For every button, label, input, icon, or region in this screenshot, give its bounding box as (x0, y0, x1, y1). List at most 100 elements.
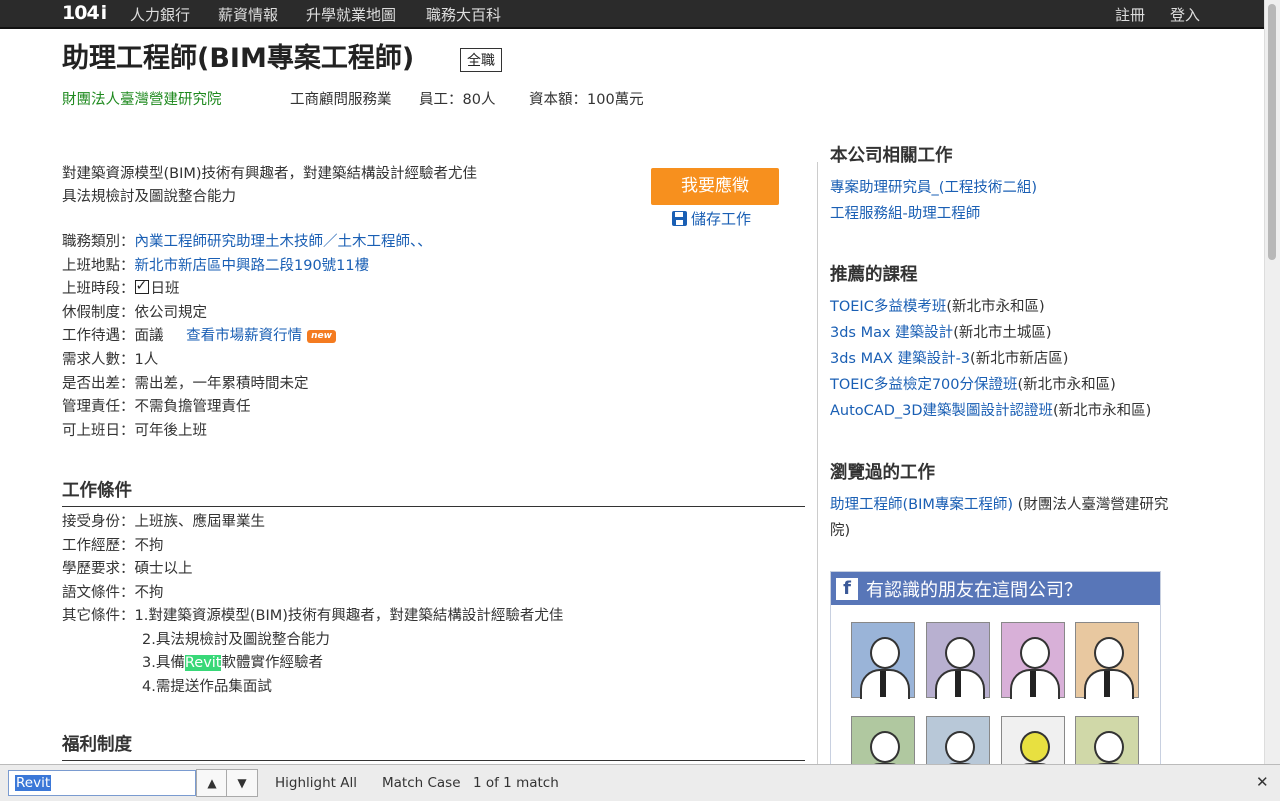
viewed-company: (財團法人臺灣營建研究 (1013, 497, 1169, 513)
highlight-all-toggle[interactable]: Highlight All (275, 775, 357, 791)
detail-key: 工作待遇： (62, 328, 135, 345)
job-type-badge: 全職 (460, 48, 502, 72)
find-query: Revit (15, 775, 52, 791)
detail-value: 不需負擔管理責任 (134, 399, 251, 416)
condition-value: 不拘 (134, 584, 164, 601)
condition-value: 1.對建築資源模型(BIM)技術有興趣者，對建築結構設計經驗者尤佳 (134, 608, 564, 624)
condition-key: 工作經歷： (62, 537, 135, 554)
course-item: AutoCAD_3D建築製圖設計認證班(新北市永和區) (830, 398, 1151, 424)
find-input[interactable]: Revit (8, 770, 196, 796)
detail-value: 日班 (150, 281, 180, 298)
condition-row: 4.需提送作品集面試 (62, 676, 563, 700)
vertical-scrollbar[interactable] (1264, 0, 1280, 764)
location-link[interactable]: 新北市新店區中興路二段190號11樓 (135, 258, 370, 274)
register-link[interactable]: 註冊 (1115, 4, 1145, 25)
condition-row: 3.具備Revit軟體實作經驗者 (62, 652, 563, 676)
facebook-icon: f (836, 577, 858, 600)
course-location: (新北市永和區) (1053, 403, 1152, 419)
condition-value: 4.需提送作品集面試 (142, 678, 272, 695)
intro-line: 具法規檢討及圖說整合能力 (62, 189, 236, 205)
related-job-link[interactable]: 專案助理研究員_(工程技術二組) (830, 180, 1037, 196)
detail-row: 休假制度：依公司規定 (62, 302, 432, 326)
condition-row: 語文條件：不拘 (62, 582, 563, 606)
facebook-friends-widget[interactable]: f 有認識的朋友在這間公司？ (830, 571, 1161, 773)
related-job-link[interactable]: 工程服務組-助理工程師 (830, 206, 980, 222)
viewed-company: 院) (830, 523, 851, 539)
top-nav-bar: 104 i 人力銀行 薪資情報 升學就業地圖 職務大百科 註冊 登入 (0, 0, 1264, 29)
condition-value: 3.具備 (142, 655, 185, 671)
course-link[interactable]: TOEIC多益模考班 (830, 299, 946, 315)
match-case-toggle[interactable]: Match Case (382, 775, 461, 791)
job-intro: 對建築資源模型(BIM)技術有興趣者，對建築結構設計經驗者尤佳 具法規檢討及圖說… (62, 163, 477, 209)
nav-item-salary[interactable]: 薪資情報 (218, 4, 278, 25)
detail-value: 需出差，一年累積時間未定 (134, 375, 309, 392)
detail-row: 可上班日：可年後上班 (62, 420, 432, 444)
company-industry: 工商顧問服務業 (290, 92, 392, 108)
new-badge: new (307, 330, 336, 344)
close-icon[interactable]: ✕ (1256, 773, 1269, 791)
course-link[interactable]: AutoCAD_3D建築製圖設計認證班 (830, 403, 1053, 419)
scrollbar-thumb[interactable] (1268, 4, 1276, 260)
login-link[interactable]: 登入 (1170, 4, 1200, 25)
avatar (1075, 622, 1139, 699)
logo-i: i (100, 2, 108, 24)
site-logo[interactable]: 104 i (62, 2, 108, 24)
company-employees: 員工：80人 (419, 92, 496, 108)
course-location: (新北市土城區) (953, 325, 1052, 341)
facebook-widget-header: f 有認識的朋友在這間公司？ (831, 572, 1160, 605)
category-link[interactable]: 內業工程師研究助理土木技師／土木工程師、、 (135, 234, 432, 250)
condition-row: 學歷要求：碩士以上 (62, 558, 563, 582)
condition-key: 其它條件： (62, 608, 135, 624)
avatar (926, 622, 990, 699)
condition-key: 語文條件： (62, 584, 135, 601)
section-divider (62, 760, 805, 761)
chevron-down-icon: ▼ (237, 776, 247, 790)
condition-value: 不拘 (134, 537, 164, 554)
detail-row: 上班時段： 日班 (62, 275, 432, 302)
condition-value: 軟體實作經驗者 (221, 655, 323, 671)
condition-value: 碩士以上 (134, 561, 193, 577)
save-job-button[interactable]: 儲存工作 (672, 208, 751, 229)
detail-key: 上班時段： (62, 281, 135, 298)
job-title: 助理工程師(BIM專案工程師) (62, 43, 415, 74)
find-next-button[interactable]: ▼ (226, 769, 258, 797)
facebook-widget-title: 有認識的朋友在這間公司？ (866, 579, 1082, 601)
recommended-courses: 推薦的課程 TOEIC多益模考班(新北市永和區) 3ds Max 建築設計(新北… (830, 261, 1151, 424)
nav-item-job-bank[interactable]: 人力銀行 (130, 4, 190, 25)
detail-value: 1人 (134, 351, 159, 368)
apply-button[interactable]: 我要應徵 (651, 168, 779, 205)
course-link[interactable]: 3ds MAX 建築設計-3 (830, 351, 970, 367)
detail-row: 上班地點：新北市新店區中興路二段190號11樓 (62, 255, 432, 279)
market-salary-link[interactable]: 查看市場薪資行情 (186, 328, 302, 344)
condition-key: 接受身份： (62, 514, 135, 530)
detail-key: 休假制度： (62, 304, 135, 321)
course-location: (新北市永和區) (1017, 377, 1116, 393)
course-location: (新北市永和區) (946, 299, 1045, 315)
find-highlight: Revit (184, 655, 222, 671)
detail-value: 可年後上班 (134, 422, 208, 439)
course-link[interactable]: 3ds Max 建築設計 (830, 325, 953, 341)
detail-row: 是否出差：需出差，一年累積時間未定 (62, 373, 432, 397)
find-status: 1 of 1 match (473, 775, 559, 791)
condition-row: 其它條件：1.對建築資源模型(BIM)技術有興趣者，對建築結構設計經驗者尤佳 (62, 605, 563, 629)
viewed-job-link[interactable]: 助理工程師(BIM專案工程師) (830, 497, 1013, 513)
find-previous-button[interactable]: ▲ (196, 769, 228, 797)
detail-row: 需求人數：1人 (62, 349, 432, 373)
nav-item-job-encyclopedia[interactable]: 職務大百科 (426, 4, 501, 25)
course-location: (新北市新店區) (970, 351, 1069, 367)
detail-key: 是否出差： (62, 375, 135, 392)
detail-value: 依公司規定 (134, 304, 208, 321)
save-job-label: 儲存工作 (691, 210, 752, 228)
courses-heading: 推薦的課程 (830, 265, 918, 285)
course-item: TOEIC多益檢定700分保證班(新北市永和區) (830, 372, 1151, 398)
detail-key: 可上班日： (62, 422, 135, 439)
viewed-heading: 瀏覽過的工作 (830, 463, 935, 483)
nav-item-career-map[interactable]: 升學就業地圖 (306, 4, 396, 25)
find-bar: Revit ▲ ▼ Highlight All Match Case 1 of … (0, 764, 1280, 801)
avatar (851, 622, 915, 699)
course-link[interactable]: TOEIC多益檢定700分保證班 (830, 377, 1018, 393)
company-link[interactable]: 財團法人臺灣營建研究院 (62, 88, 222, 109)
logo-text: 104 (62, 2, 100, 24)
floppy-disk-icon (672, 211, 687, 226)
detail-row: 管理責任：不需負擔管理責任 (62, 396, 432, 420)
